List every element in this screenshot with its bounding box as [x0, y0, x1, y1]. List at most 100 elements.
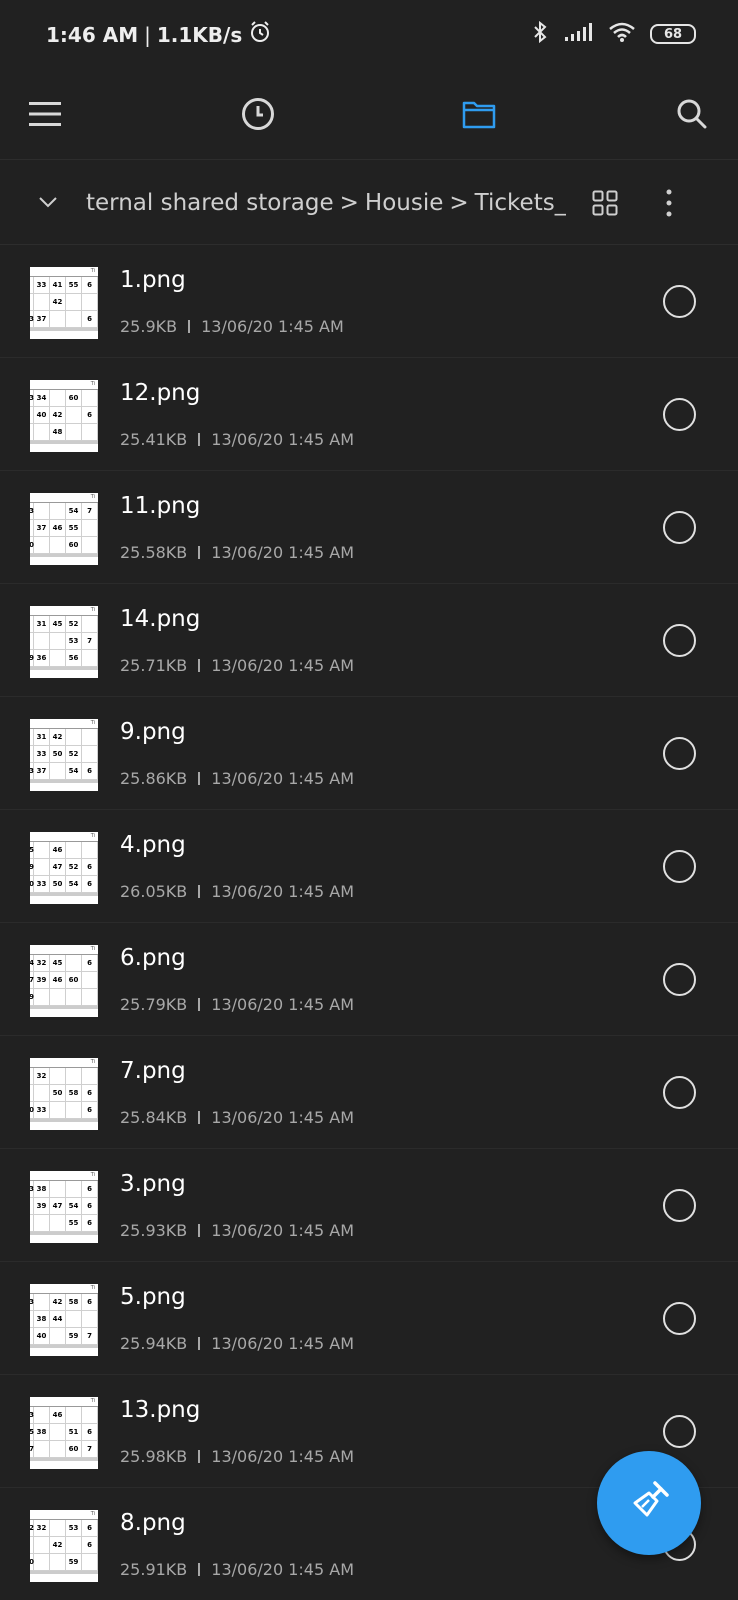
file-meta: 25.86KB 13/06/20 1:45 AM [120, 769, 354, 788]
thumbnail-cell: 42 [50, 1537, 66, 1554]
file-row[interactable]: 3425863844405975.png25.94KB13/06/20 1:45… [0, 1262, 738, 1375]
file-row[interactable]: 33460404264812.png25.41KB13/06/20 1:45 A… [0, 358, 738, 471]
select-radio[interactable] [663, 511, 696, 544]
thumbnail-cell [34, 1407, 50, 1424]
file-row[interactable]: 325058603367.png25.84KB13/06/20 1:45 AM [0, 1036, 738, 1149]
thumbnail-cell: 48 [50, 424, 66, 441]
file-size: 25.91KB [120, 1560, 188, 1579]
select-radio[interactable] [663, 963, 696, 996]
file-thumbnail: 33863947546556 [30, 1171, 98, 1243]
file-thumbnail: 3465385167607 [30, 1397, 98, 1469]
file-meta: 25.58KB 13/06/20 1:45 AM [120, 543, 354, 562]
recent-clock-icon[interactable] [234, 90, 282, 138]
grid-view-icon[interactable] [584, 182, 626, 224]
thumbnail-grid: 4 32 45 6 7 39 46 60 9 [30, 955, 98, 1007]
search-icon[interactable] [668, 90, 716, 138]
thumbnail-cell [82, 424, 98, 441]
thumbnail-cell: 40 [34, 1328, 50, 1345]
thumbnail-cell [34, 294, 50, 311]
thumbnail-cell [50, 989, 66, 1006]
thumbnail-cell: 44 [50, 1311, 66, 1328]
thumbnail-cell: 54 [66, 876, 82, 893]
thumbnail-cell: 6 [82, 311, 98, 328]
file-name: 7.png [120, 1058, 186, 1084]
battery-level: 68 [663, 26, 683, 42]
thumbnail-cell [82, 616, 98, 633]
file-size: 25.94KB [120, 1334, 188, 1353]
chevron-down-icon[interactable] [28, 182, 68, 222]
thumbnail-header [30, 267, 98, 277]
meta-divider [198, 1450, 201, 1463]
file-name: 8.png [120, 1510, 186, 1536]
select-radio[interactable] [663, 624, 696, 657]
file-date: 13/06/20 1:45 AM [211, 1108, 354, 1127]
thumbnail-cell [50, 1554, 66, 1571]
thumbnail-cell: 54 [66, 763, 82, 780]
select-radio[interactable] [663, 1415, 696, 1448]
file-thumbnail: 3341556423376 [30, 267, 98, 339]
meta-divider [198, 772, 201, 785]
select-radio[interactable] [663, 398, 696, 431]
select-radio[interactable] [663, 737, 696, 770]
file-size: 25.41KB [120, 430, 188, 449]
file-thumbnail: 232536426059 [30, 1510, 98, 1582]
menu-icon[interactable] [21, 90, 69, 138]
more-options-icon[interactable] [648, 182, 690, 224]
folder-icon[interactable] [455, 90, 503, 138]
thumbnail-cell [34, 1085, 50, 1102]
file-date: 13/06/20 1:45 AM [201, 317, 344, 336]
file-row[interactable]: 338639475465563.png25.93KB13/06/20 1:45 … [0, 1149, 738, 1262]
breadcrumb-segment[interactable]: Housie [365, 190, 443, 216]
thumbnail-grid: 33 41 55 6 42 3 37 6 [30, 277, 98, 329]
thumbnail-cell [66, 1102, 82, 1119]
clean-button[interactable] [597, 1451, 701, 1555]
thumbnail-cell [66, 989, 82, 1006]
thumbnail-cell: 37 [34, 763, 50, 780]
thumbnail-cell [82, 1554, 98, 1571]
thumbnail-cell: 53 [66, 633, 82, 650]
thumbnail-grid: 5 46 9 47 52 6 0 33 50 54 6 [30, 842, 98, 894]
file-row[interactable]: 31423350523375469.png25.86KB13/06/20 1:4… [0, 697, 738, 810]
file-row[interactable]: 3341556423376 1.png 25.9KB 13/06/20 1:45 AM [0, 245, 738, 358]
file-date: 13/06/20 1:45 AM [211, 1560, 354, 1579]
thumbnail-cell: 56 [66, 650, 82, 667]
thumbnail-cell: 33 [34, 876, 50, 893]
thumbnail-footer [30, 441, 98, 444]
file-row[interactable]: 432456739466096.png25.79KB13/06/20 1:45 … [0, 923, 738, 1036]
file-row[interactable]: 354737465506011.png25.58KB13/06/20 1:45 … [0, 471, 738, 584]
select-radio[interactable] [663, 1302, 696, 1335]
file-thumbnail: 342586384440597 [30, 1284, 98, 1356]
thumbnail-cell [34, 537, 50, 554]
select-radio[interactable] [663, 1076, 696, 1109]
breadcrumb-separator: > [449, 189, 469, 216]
thumbnail-footer [30, 1232, 98, 1235]
file-name: 4.png [120, 832, 186, 858]
thumbnail-cell: 33 [34, 277, 50, 294]
breadcrumb-segment[interactable]: ternal shared storage [86, 190, 334, 216]
signal-icon [564, 22, 594, 46]
meta-divider [198, 1337, 201, 1350]
thumbnail-footer [30, 1571, 98, 1574]
file-size: 25.86KB [120, 769, 188, 788]
thumbnail-grid: 3 34 60 40 42 6 48 [30, 390, 98, 442]
thumbnail-cell: 52 [66, 859, 82, 876]
meta-divider [198, 433, 201, 446]
thumbnail-cell: 32 [34, 1520, 50, 1537]
select-radio[interactable] [663, 1189, 696, 1222]
file-row[interactable]: 3145525379365614.png25.71KB13/06/20 1:45… [0, 584, 738, 697]
breadcrumb-segment[interactable]: Tickets_2 [475, 190, 566, 216]
thumbnail-grid: 3 46 5 38 51 6 7 60 7 [30, 1407, 98, 1459]
file-size: 25.9KB [120, 317, 178, 336]
thumbnail-cell [66, 1311, 82, 1328]
thumbnail-cell [50, 763, 66, 780]
file-row[interactable]: 54694752603350546 4.png 26.05KB 13/06/20 1:… [0, 810, 738, 923]
meta-divider [198, 885, 201, 898]
file-name: 1.png [120, 267, 186, 293]
thumbnail-cell: 32 [34, 1068, 50, 1085]
status-left: 1:46 AM | 1.1KB/s [46, 20, 272, 49]
select-radio[interactable] [663, 285, 696, 318]
thumbnail-header [30, 1397, 98, 1407]
file-thumbnail: 3142335052337546 [30, 719, 98, 791]
thumbnail-cell [50, 650, 66, 667]
select-radio[interactable] [663, 850, 696, 883]
